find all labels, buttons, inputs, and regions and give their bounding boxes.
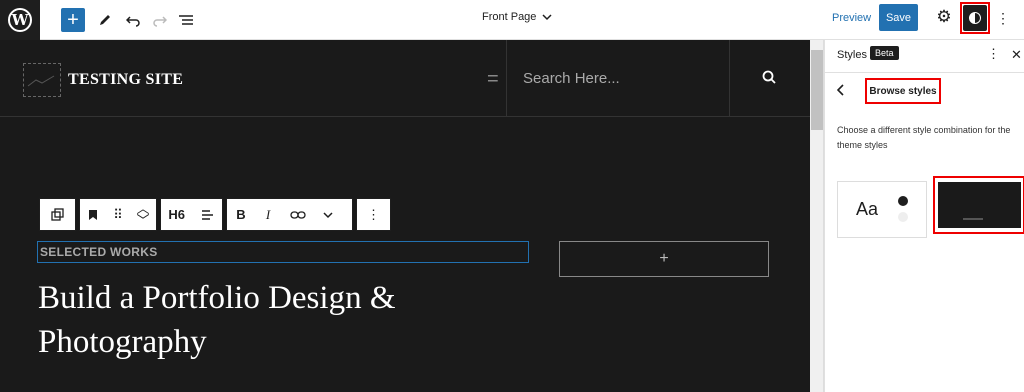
chevron-down-icon (542, 14, 552, 21)
sidebar-header: Styles Beta ⋮ ✕ (825, 40, 1024, 73)
edit-tool-button[interactable] (96, 6, 114, 34)
bookmark-button[interactable] (80, 198, 106, 231)
transform-button[interactable] (40, 198, 75, 231)
header-divider (506, 40, 507, 117)
wordpress-logo-button[interactable]: W (0, 0, 40, 40)
block-transform-group (39, 198, 76, 231)
back-button[interactable] (836, 84, 845, 99)
search-input[interactable]: Search Here... (523, 70, 620, 87)
canvas-scrollbar[interactable] (810, 40, 824, 392)
gear-icon: ⚙ (936, 7, 952, 26)
close-sidebar-button[interactable]: ✕ (1011, 47, 1022, 63)
link-icon (290, 210, 306, 219)
sidebar-title: Styles (837, 49, 867, 61)
chevron-down-icon: ﹀ (136, 212, 150, 228)
bold-button[interactable]: B (227, 198, 255, 231)
sidebar-options-button[interactable]: ⋮ (987, 46, 1000, 62)
italic-button[interactable]: I (255, 198, 281, 231)
add-block-button[interactable]: + (61, 8, 85, 32)
dark-style-preview (938, 182, 1021, 228)
preview-button[interactable]: Preview (832, 12, 871, 24)
kebab-icon: ⋮ (987, 46, 1000, 61)
header-divider (729, 40, 730, 117)
selected-heading-block[interactable]: SELECTED WORKS (37, 241, 529, 263)
editor-canvas[interactable]: TESTING SITE = Search Here... ⠿ ︿﹀ H6 B (0, 40, 810, 392)
align-button[interactable] (192, 198, 222, 231)
redo-button[interactable] (151, 6, 169, 34)
beta-badge: Beta (870, 46, 899, 60)
scrollbar-thumb[interactable] (811, 50, 823, 130)
style-variation-default[interactable]: Aa (837, 181, 927, 238)
settings-button[interactable]: ⚙ (935, 8, 953, 26)
kebab-icon: ⋮ (367, 206, 380, 222)
block-options-group: ⋮ (356, 198, 391, 231)
typography-preview: Aa (856, 199, 879, 219)
block-appender-button[interactable]: + (559, 241, 769, 277)
search-icon[interactable] (762, 70, 776, 84)
site-logo-placeholder[interactable] (23, 63, 61, 97)
styles-sidebar: Styles Beta ⋮ ✕ Browse styles Choose a d… (824, 40, 1024, 392)
drag-handle-icon: ⠿ (113, 206, 123, 222)
close-icon: ✕ (1011, 47, 1022, 62)
options-menu-button[interactable]: ⋮ (996, 10, 1010, 27)
align-left-icon (201, 209, 213, 220)
undo-button[interactable] (124, 6, 142, 34)
drag-handle[interactable]: ⠿ (106, 198, 130, 231)
redo-icon (153, 16, 167, 27)
heading-level-button[interactable]: H6 (161, 198, 192, 231)
style-variation-dark[interactable] (933, 176, 1024, 234)
site-title[interactable]: TESTING SITE (68, 71, 183, 89)
bookmark-icon (89, 209, 97, 220)
browse-styles-title: Browse styles (865, 78, 941, 104)
preview-line (963, 218, 983, 220)
list-view-button[interactable] (177, 6, 195, 34)
kebab-icon: ⋮ (996, 10, 1010, 26)
wordpress-icon: W (8, 8, 32, 32)
list-view-icon (179, 15, 193, 25)
plus-icon: + (659, 250, 669, 267)
site-header: TESTING SITE = Search Here... (0, 40, 810, 117)
browse-styles-description: Choose a different style combination for… (837, 125, 1011, 150)
document-title-label: Front Page (482, 11, 537, 23)
more-formats-button[interactable] (315, 198, 341, 231)
bold-icon: B (236, 207, 246, 222)
editor-topbar: W + Front Page Preview Save ⚙ ⋮ (0, 0, 1024, 40)
half-circle-icon (969, 12, 981, 24)
chevron-down-icon (323, 211, 333, 218)
pencil-icon (100, 15, 110, 25)
link-button[interactable] (281, 198, 315, 231)
document-title-dropdown[interactable]: Front Page (482, 11, 552, 23)
duplicate-icon (51, 208, 64, 221)
heading-group: H6 (160, 198, 223, 231)
italic-icon: I (265, 206, 271, 222)
logo-placeholder-icon (27, 75, 55, 87)
block-options-button[interactable]: ⋮ (357, 198, 390, 231)
styles-toggle-button[interactable] (960, 2, 990, 34)
undo-icon (126, 16, 140, 27)
format-group: B I (226, 198, 353, 231)
color-swatch (898, 212, 908, 222)
block-move-group: ⠿ ︿ ﹀ (79, 198, 157, 231)
chevron-left-icon (836, 84, 844, 96)
color-swatch (898, 196, 908, 206)
move-up-down-button[interactable]: ︿ ﹀ (130, 198, 156, 231)
block-toolbar: ⠿ ︿ ﹀ H6 B I ⋮ (39, 198, 391, 231)
menu-icon[interactable]: = (487, 69, 501, 89)
save-button[interactable]: Save (879, 4, 918, 31)
page-heading[interactable]: Build a Portfolio Design & Photography (38, 276, 498, 364)
